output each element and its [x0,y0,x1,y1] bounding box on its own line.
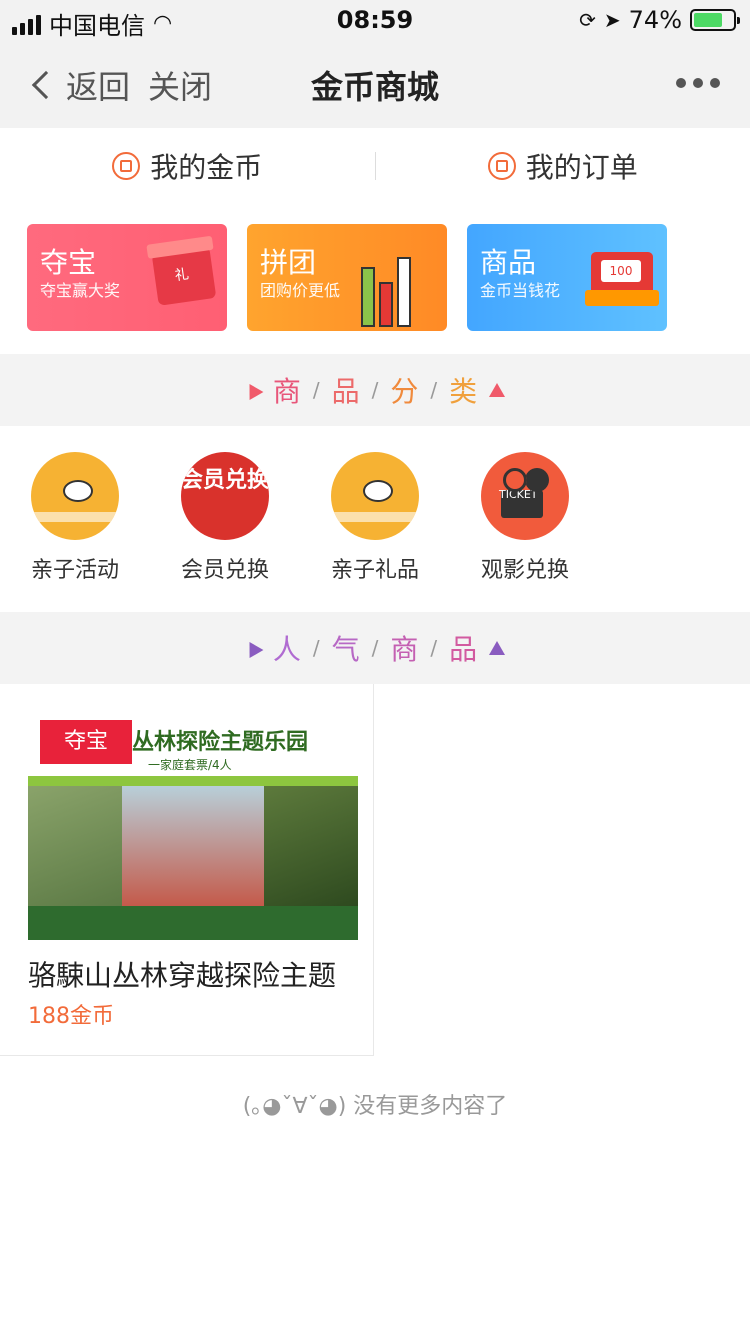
section-char: 人 [272,633,301,666]
rotation-lock-icon: ⟳ [579,8,596,32]
section-char: 品 [449,633,478,666]
location-icon: ➤ [603,8,621,32]
category-label: 亲子礼品 [330,558,419,583]
decoration-icon [242,637,264,659]
product-image: 夺宝 丛林探险主题乐园 一家庭套票/4人 [28,714,358,940]
banner-treasure[interactable]: 夺宝 夺宝赢大奖 [27,224,227,331]
nav-bar: 返回 关闭 金币商城 [0,40,750,128]
tab-label: 我的订单 [525,151,638,184]
decoration-icon [242,379,264,401]
banner-group-buy[interactable]: 拼团 团购价更低 [247,224,447,331]
more-dot-icon [676,78,686,88]
gift-box-icon [151,246,217,306]
category-item[interactable]: TICKET 观影兑换 [450,452,600,584]
vip-exchange-icon: 会员兑换 [181,452,269,540]
section-char: 商 [390,633,419,666]
no-more-content: (｡◕ˇ∀ˇ◕) 没有更多内容了 [242,1094,508,1119]
order-icon [487,152,516,180]
tab-my-coins[interactable]: 我的金币 [0,146,375,186]
section-char: 商 [272,375,301,408]
feature-banners: 夺宝 夺宝赢大奖 拼团 团购价更低 商品 金币当钱花 [27,224,667,331]
category-item[interactable]: 亲子礼品 [300,452,450,584]
category-item[interactable]: 亲子活动 [0,452,150,584]
category-label: 亲子活动 [30,558,119,583]
account-tabs: 我的金币 我的订单 [0,128,750,204]
ticket-text: TICKET [499,488,538,501]
coin-icon [112,152,141,180]
battery-percent: 74% [628,6,682,34]
section-char: 气 [331,633,360,666]
photo-trees [264,786,358,906]
product-name: 骆駷山丛林穿越探险主题 [28,959,337,992]
status-bar: 中国电信 ◠ 08:59 ⟳ ➤ 74% [0,0,750,40]
photo-park [28,786,122,906]
photo-net [122,786,264,906]
product-image-subtitle: 一家庭套票/4人 [148,758,232,772]
section-header-categories: 商 / 品 / 分 / 类 [0,354,750,426]
product-tag: 夺宝 [40,720,132,764]
product-image-title: 丛林探险主题乐园 [132,730,309,755]
page-title: 金币商城 [310,68,439,106]
section-char: 品 [331,375,360,408]
bee-logo-icon [31,452,119,540]
more-dot-icon [693,78,703,88]
category-list: 亲子活动 会员兑换 会员兑换 亲子礼品 TICKET 观影兑换 [0,426,750,612]
category-label: 观影兑换 [480,558,569,583]
tab-label: 我的金币 [150,151,263,184]
banner-products[interactable]: 商品 金币当钱花 [467,224,667,331]
red-envelope-icon [585,252,659,306]
decoration-icon [489,383,506,397]
phones-icon [359,242,429,327]
section-char: 类 [449,375,478,408]
product-price: 188金币 [28,1004,114,1029]
section-char: 分 [390,375,419,408]
more-dot-icon [710,78,720,88]
section-header-popular: 人 / 气 / 商 / 品 [0,612,750,684]
status-right: ⟳ ➤ 74% [579,6,740,34]
category-label: 会员兑换 [180,558,269,583]
movie-camera-icon: TICKET [481,452,569,540]
product-card[interactable]: 夺宝 丛林探险主题乐园 一家庭套票/4人 骆駷山丛林穿越探险主题 188金币 [0,684,374,1056]
bee-logo-icon [331,452,419,540]
more-menu-button[interactable] [676,78,720,88]
battery-icon [690,9,740,31]
decoration-icon [489,641,506,655]
category-item[interactable]: 会员兑换 会员兑换 [150,452,300,584]
tab-my-orders[interactable]: 我的订单 [376,146,750,186]
